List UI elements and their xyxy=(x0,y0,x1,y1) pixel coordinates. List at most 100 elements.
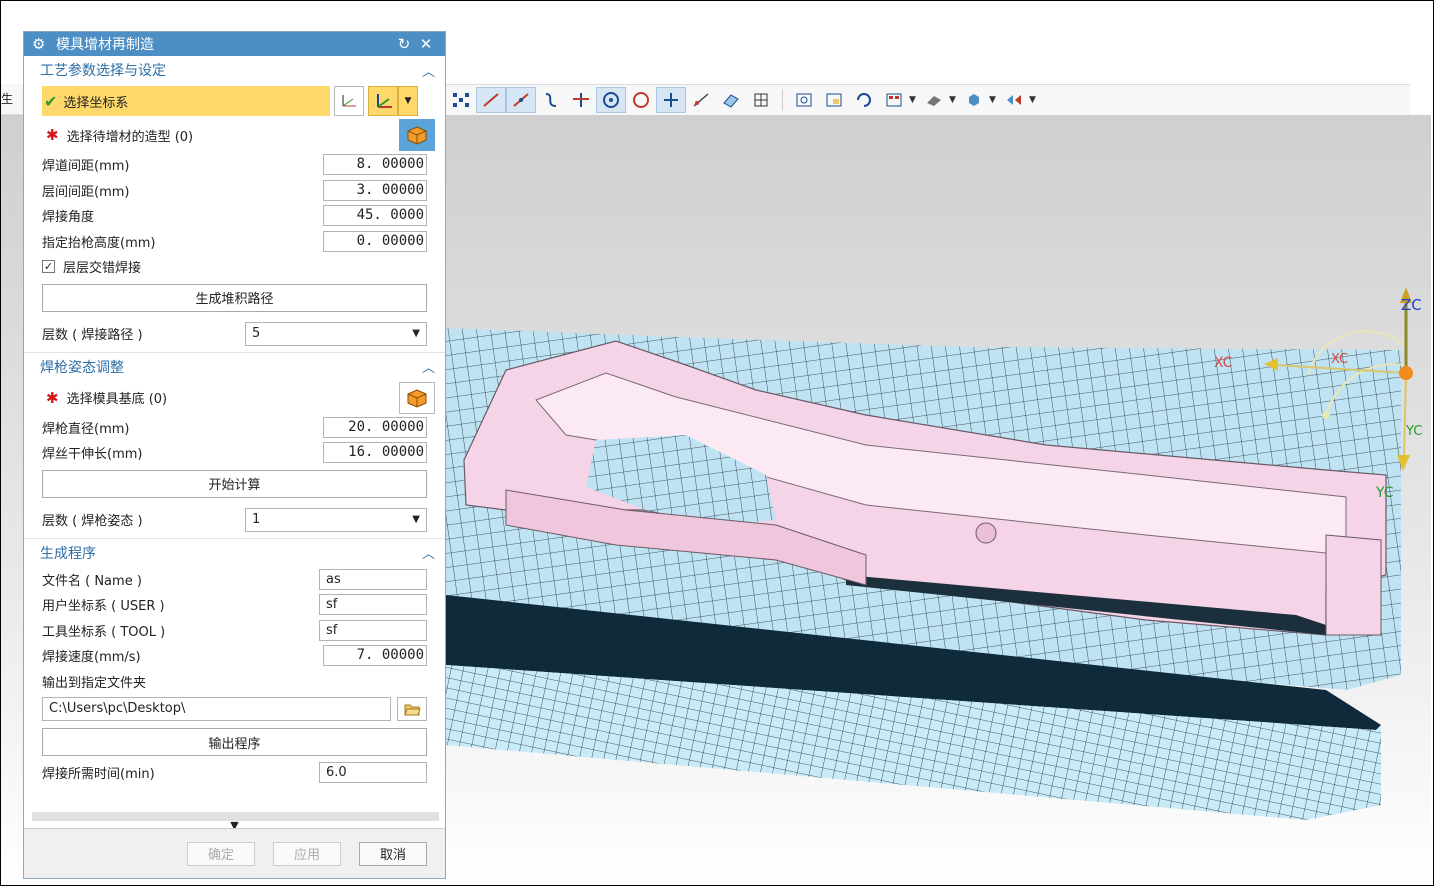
weld-time-input[interactable]: 6.0 xyxy=(319,762,427,784)
tool-frame-input[interactable]: sf xyxy=(319,619,427,641)
file-name-input[interactable]: as xyxy=(319,568,427,590)
line-point-icon[interactable] xyxy=(506,87,536,113)
layers-torch-pose-select[interactable]: 1 ▼ xyxy=(245,507,427,532)
curve-icon[interactable] xyxy=(536,87,566,113)
layout-icon[interactable] xyxy=(879,87,909,113)
center-point-icon[interactable] xyxy=(596,87,626,113)
section-title: 生成程序 xyxy=(40,545,96,562)
folder-label-row: 输出到指定文件夹 xyxy=(24,669,445,695)
file-name-label: 文件名 ( Name ) xyxy=(42,573,142,589)
axis-label-x: XC xyxy=(1214,355,1233,371)
chevron-up-icon[interactable]: ︿ xyxy=(422,543,435,562)
layout-dropdown-icon[interactable]: ▼ xyxy=(909,95,919,105)
part-end-block xyxy=(1325,534,1382,636)
quadrant-icon[interactable] xyxy=(626,87,656,113)
field-row: 焊道间距(mm) 8. 00000 xyxy=(24,152,445,178)
section-header[interactable]: 工艺参数选择与设定 ︿ xyxy=(24,56,445,84)
select-csys-label: 选择坐标系 xyxy=(63,95,129,111)
graphics-viewport[interactable]: ZC XC XC YC YC xyxy=(446,115,1431,884)
layer-spacing-input[interactable]: 3. 00000 xyxy=(323,179,427,201)
face-point-icon[interactable] xyxy=(716,87,746,113)
section-title: 工艺参数选择与设定 xyxy=(40,63,166,79)
start-calculation-button[interactable]: 开始计算 xyxy=(42,469,427,498)
field-row: 用户坐标系 ( USER ) sf xyxy=(24,592,445,618)
render-style-icon[interactable] xyxy=(919,87,949,113)
orient-view-icon[interactable] xyxy=(959,87,989,113)
torch-diameter-input[interactable]: 20. 00000 xyxy=(323,416,427,438)
perpendicular-icon[interactable] xyxy=(566,87,596,113)
weld-speed-label: 焊接速度(mm/s) xyxy=(42,650,141,666)
bead-spacing-input[interactable]: 8. 00000 xyxy=(323,154,427,176)
select-base-row[interactable]: ✱ 选择模具基底 (0) xyxy=(24,381,445,415)
section-header[interactable]: 生成程序 ︿ xyxy=(24,539,445,567)
torch-diameter-label: 焊枪直径(mm) xyxy=(42,421,130,437)
fit-view-icon[interactable] xyxy=(789,87,819,113)
select-value: 5 xyxy=(252,326,261,341)
chevron-up-icon[interactable]: ︿ xyxy=(422,61,435,80)
render-dropdown-icon[interactable]: ▼ xyxy=(949,95,959,105)
zoom-window-icon[interactable] xyxy=(819,87,849,113)
additive-remanufacturing-dialog: ⚙ 模具增材再制造 ↻ ✕ 工艺参数选择与设定 ︿ ✔ 选择坐标系 ▼ ✱ 选择… xyxy=(23,31,446,879)
select-csys-selector[interactable]: ✔ 选择坐标系 xyxy=(42,86,330,116)
toolbar-separator xyxy=(782,89,783,111)
field-row: 指定抬枪高度(mm) 0. 00000 xyxy=(24,229,445,255)
output-folder-input[interactable]: C:\Users\pc\Desktop\ xyxy=(42,697,391,721)
section-header[interactable]: 焊枪姿态调整 ︿ xyxy=(24,353,445,381)
apply-button[interactable]: 应用 xyxy=(273,841,341,866)
field-row: 文件名 ( Name ) as xyxy=(24,567,445,593)
display-dropdown-icon[interactable]: ▼ xyxy=(1029,95,1039,105)
alternate-weld-checkbox[interactable]: ✓ xyxy=(42,260,55,274)
snap-grid-icon[interactable] xyxy=(446,87,476,113)
csys-dialog-icon[interactable] xyxy=(334,86,364,116)
viewport-left-strip xyxy=(1,115,23,884)
field-row: 焊枪直径(mm) 20. 00000 xyxy=(24,415,445,441)
folder-open-icon[interactable] xyxy=(397,697,427,721)
dialog-title: 模具增材再制造 xyxy=(56,37,154,53)
rotate-icon[interactable] xyxy=(849,87,879,113)
gear-icon: ⚙ xyxy=(32,35,46,53)
weld-speed-input[interactable]: 7. 00000 xyxy=(323,645,427,667)
csys-type-icon[interactable] xyxy=(368,86,398,116)
line-icon[interactable] xyxy=(476,87,506,113)
generate-path-button[interactable]: 生成堆积路径 xyxy=(42,283,427,312)
layers-weld-path-select[interactable]: 5 ▼ xyxy=(245,321,427,346)
toolbar-left-fragment: 生工 xyxy=(1,84,23,115)
chevron-down-icon: ▼ xyxy=(412,328,420,339)
part-hole xyxy=(975,522,997,544)
mold-model-canvas: ZC XC XC YC YC xyxy=(446,287,1422,820)
output-program-button[interactable]: 输出程序 xyxy=(42,728,427,756)
bead-spacing-label: 焊道间距(mm) xyxy=(42,159,130,175)
select-base-label: 选择模具基底 (0) xyxy=(66,392,168,407)
checkbox-row: ✓ 层层交错焊接 xyxy=(24,254,445,280)
chevron-up-icon[interactable]: ︿ xyxy=(422,357,435,376)
output-folder-label: 输出到指定文件夹 xyxy=(42,675,147,691)
weld-angle-input[interactable]: 45. 0000 xyxy=(323,205,427,227)
solid-body-icon[interactable] xyxy=(399,119,435,151)
select-model-row[interactable]: ✱ 选择待增材的造型 (0) xyxy=(24,118,445,152)
section-title: 焊枪姿态调整 xyxy=(40,359,124,376)
display-edit-icon[interactable] xyxy=(999,87,1029,113)
graphics-toolbar: ▼ ▼ ▼ ▼ xyxy=(446,84,1410,116)
grid-table-icon[interactable] xyxy=(746,87,776,113)
cancel-button[interactable]: 取消 xyxy=(359,841,427,866)
orient-dropdown-icon[interactable]: ▼ xyxy=(989,95,999,105)
ok-button[interactable]: 确定 xyxy=(187,841,255,866)
alternate-weld-label: 层层交错焊接 xyxy=(63,261,142,277)
layer-spacing-label: 层间间距(mm) xyxy=(42,184,130,200)
required-star-icon: ✱ xyxy=(46,126,59,144)
field-row: 焊接角度 45. 0000 xyxy=(24,203,445,229)
dialog-title-bar: ⚙ 模具增材再制造 ↻ ✕ xyxy=(24,32,445,56)
existing-point-icon[interactable] xyxy=(656,87,686,113)
user-frame-label: 用户坐标系 ( USER ) xyxy=(42,599,165,615)
reset-icon[interactable]: ↻ xyxy=(393,35,415,53)
close-icon[interactable]: ✕ xyxy=(415,35,437,53)
solid-body-icon[interactable] xyxy=(399,381,435,414)
user-frame-input[interactable]: sf xyxy=(319,594,427,616)
csys-dropdown-icon[interactable]: ▼ xyxy=(398,86,418,116)
required-star-icon: ✱ xyxy=(46,388,59,407)
wire-stickout-input[interactable]: 16. 00000 xyxy=(323,442,427,464)
field-row: 焊接速度(mm/s) 7. 00000 xyxy=(24,643,445,669)
folder-path-row: C:\Users\pc\Desktop\ xyxy=(24,694,445,724)
lift-height-input[interactable]: 0. 00000 xyxy=(323,230,427,252)
point-on-curve-icon[interactable] xyxy=(686,87,716,113)
